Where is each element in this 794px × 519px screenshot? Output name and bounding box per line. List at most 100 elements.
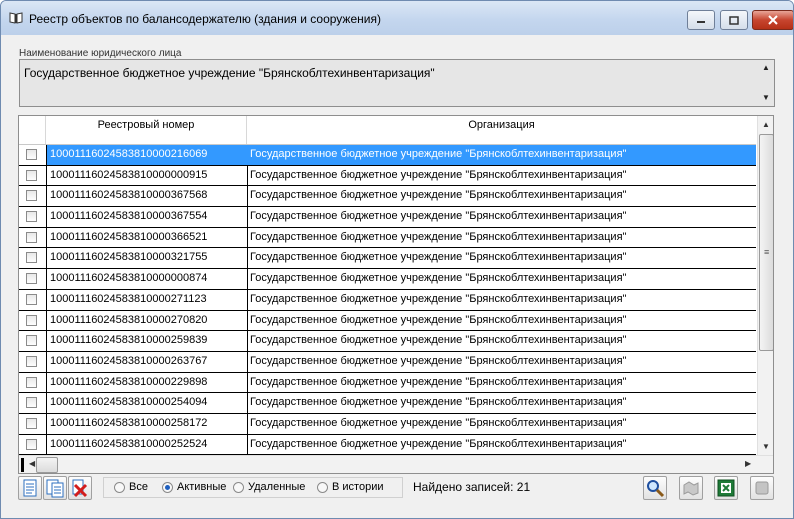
table-row[interactable]: 10001116024583810000258172 Государственно…	[19, 413, 756, 435]
registry-number-cell[interactable]: 10001116024583810000216069	[46, 145, 248, 165]
row-checkbox[interactable]	[26, 376, 37, 388]
table-row[interactable]: 10001116024583810000366521 Государственно…	[19, 227, 756, 249]
scroll-thumb[interactable]: ≡	[759, 134, 773, 351]
registry-number-cell[interactable]: 10001116024583810000259839	[46, 331, 248, 351]
export-excel-button[interactable]	[714, 476, 738, 500]
organization-cell[interactable]: Государственное бюджетное учреждение "Бр…	[247, 186, 756, 206]
open-record-button[interactable]	[18, 476, 42, 500]
registry-number-cell[interactable]: 10001116024583810000258172	[46, 413, 248, 434]
row-checkbox[interactable]	[26, 397, 37, 409]
row-checkbox-cell[interactable]	[19, 290, 45, 310]
close-button[interactable]	[752, 10, 793, 30]
radio-deleted[interactable]	[233, 481, 244, 493]
registry-number-cell[interactable]: 10001116024583810000367568	[46, 186, 248, 207]
row-checkbox-cell[interactable]	[19, 311, 45, 331]
row-checkbox[interactable]	[26, 335, 37, 347]
registry-number-cell[interactable]: 10001116024583810000000874	[46, 269, 248, 289]
table-row[interactable]: 10001116024583810000259839 Государственно…	[19, 331, 756, 352]
row-checkbox[interactable]	[26, 169, 37, 181]
header-registry-number[interactable]: Реестровый номер	[46, 116, 247, 144]
row-checkbox-cell[interactable]	[19, 393, 45, 413]
row-checkbox-cell[interactable]	[19, 207, 45, 227]
organization-cell[interactable]: Государственное бюджетное учреждение "Бр…	[247, 414, 756, 434]
organization-cell[interactable]: Государственное бюджетное учреждение "Бр…	[247, 331, 756, 351]
row-checkbox-cell[interactable]	[19, 435, 45, 455]
row-checkbox[interactable]	[26, 252, 37, 264]
scroll-up-icon[interactable]: ▲	[762, 120, 770, 129]
minimize-button[interactable]	[687, 10, 715, 30]
radio-all[interactable]	[114, 481, 125, 493]
scroll-left-icon[interactable]: ◀	[29, 459, 35, 468]
row-checkbox[interactable]	[26, 355, 37, 367]
open-records-button[interactable]	[43, 476, 67, 500]
registry-number-cell[interactable]: 10001116024583810000270820	[46, 310, 248, 331]
row-checkbox[interactable]	[26, 314, 37, 326]
org-scrollbar[interactable]: ▲ ▼	[759, 60, 774, 106]
organization-cell[interactable]: Государственное бюджетное учреждение "Бр…	[247, 373, 756, 393]
registry-number-cell[interactable]: 10001116024583810000000915	[46, 165, 248, 186]
table-row[interactable]: 10001116024583810000271123 Государственно…	[19, 289, 756, 311]
row-checkbox-cell[interactable]	[19, 373, 45, 393]
organization-cell[interactable]: Государственное бюджетное учреждение "Бр…	[247, 166, 756, 186]
organization-cell[interactable]: Государственное бюджетное учреждение "Бр…	[247, 311, 756, 331]
row-checkbox-cell[interactable]	[19, 269, 45, 289]
table-row[interactable]: 10001116024583810000254094 Государственно…	[19, 393, 756, 414]
row-checkbox-cell[interactable]	[19, 145, 45, 165]
organization-cell[interactable]: Государственное бюджетное учреждение "Бр…	[247, 228, 756, 248]
title-bar[interactable]: Реестр объектов по балансодержателю (зда…	[1, 1, 793, 35]
radio-history[interactable]	[317, 481, 328, 493]
row-checkbox[interactable]	[26, 231, 37, 243]
registry-number-cell[interactable]: 10001116024583810000366521	[46, 227, 248, 248]
scroll-thumb[interactable]	[36, 457, 58, 473]
registry-number-cell[interactable]: 10001116024583810000321755	[46, 248, 248, 269]
row-checkbox-cell[interactable]	[19, 414, 45, 434]
search-button[interactable]	[643, 476, 667, 500]
org-name-field[interactable]: Государственное бюджетное учреждение "Бр…	[19, 59, 775, 107]
row-checkbox-cell[interactable]	[19, 331, 45, 351]
row-checkbox[interactable]	[26, 273, 37, 285]
row-checkbox[interactable]	[26, 293, 37, 305]
registry-number-cell[interactable]: 10001116024583810000252524	[46, 434, 248, 455]
radio-active[interactable]	[162, 481, 173, 493]
map-button[interactable]	[679, 476, 703, 500]
row-checkbox[interactable]	[26, 190, 37, 202]
filter-deleted[interactable]: Удаленные	[233, 481, 305, 493]
row-checkbox[interactable]	[26, 438, 37, 450]
horizontal-scrollbar[interactable]: ◀ ▶	[19, 455, 773, 473]
organization-cell[interactable]: Государственное бюджетное учреждение "Бр…	[247, 393, 756, 413]
scroll-down-icon[interactable]: ▼	[762, 93, 770, 102]
stop-button[interactable]	[750, 476, 774, 500]
organization-cell[interactable]: Государственное бюджетное учреждение "Бр…	[247, 269, 756, 289]
vertical-scrollbar[interactable]: ▲ ≡ ▼	[757, 116, 773, 455]
row-checkbox-cell[interactable]	[19, 228, 45, 248]
scroll-right-icon[interactable]: ▶	[745, 459, 751, 468]
registry-number-cell[interactable]: 10001116024583810000367554	[46, 207, 248, 227]
organization-cell[interactable]: Государственное бюджетное учреждение "Бр…	[247, 290, 756, 310]
registry-number-cell[interactable]: 10001116024583810000229898	[46, 372, 248, 393]
table-row[interactable]: 10001116024583810000321755 Государственно…	[19, 248, 756, 270]
table-row[interactable]: 10001116024583810000263767 Государственно…	[19, 351, 756, 373]
row-checkbox-cell[interactable]	[19, 186, 45, 206]
row-checkbox[interactable]	[26, 211, 37, 223]
registry-number-cell[interactable]: 10001116024583810000271123	[46, 289, 248, 310]
delete-button[interactable]	[68, 476, 92, 500]
organization-cell[interactable]: Государственное бюджетное учреждение "Бр…	[247, 435, 756, 455]
registry-number-cell[interactable]: 10001116024583810000254094	[46, 393, 248, 413]
row-checkbox-cell[interactable]	[19, 352, 45, 372]
scroll-up-icon[interactable]: ▲	[762, 63, 770, 72]
filter-history[interactable]: В истории	[317, 481, 383, 493]
table-row[interactable]: 10001116024583810000270820 Государственно…	[19, 310, 756, 332]
scroll-down-icon[interactable]: ▼	[762, 442, 770, 451]
header-checkbox-column[interactable]	[19, 116, 46, 144]
filter-active[interactable]: Активные	[162, 481, 226, 493]
organization-cell[interactable]: Государственное бюджетное учреждение "Бр…	[247, 248, 756, 268]
registry-number-cell[interactable]: 10001116024583810000263767	[46, 351, 248, 372]
table-row[interactable]: 10001116024583810000367568 Государственно…	[19, 186, 756, 208]
table-row[interactable]: 10001116024583810000000874 Государственно…	[19, 269, 756, 290]
row-checkbox[interactable]	[26, 417, 37, 429]
header-organization[interactable]: Организация	[247, 116, 756, 144]
row-checkbox-cell[interactable]	[19, 166, 45, 186]
table-row[interactable]: 10001116024583810000252524 Государственно…	[19, 434, 756, 455]
organization-cell[interactable]: Государственное бюджетное учреждение "Бр…	[247, 145, 756, 165]
maximize-button[interactable]	[720, 10, 748, 30]
